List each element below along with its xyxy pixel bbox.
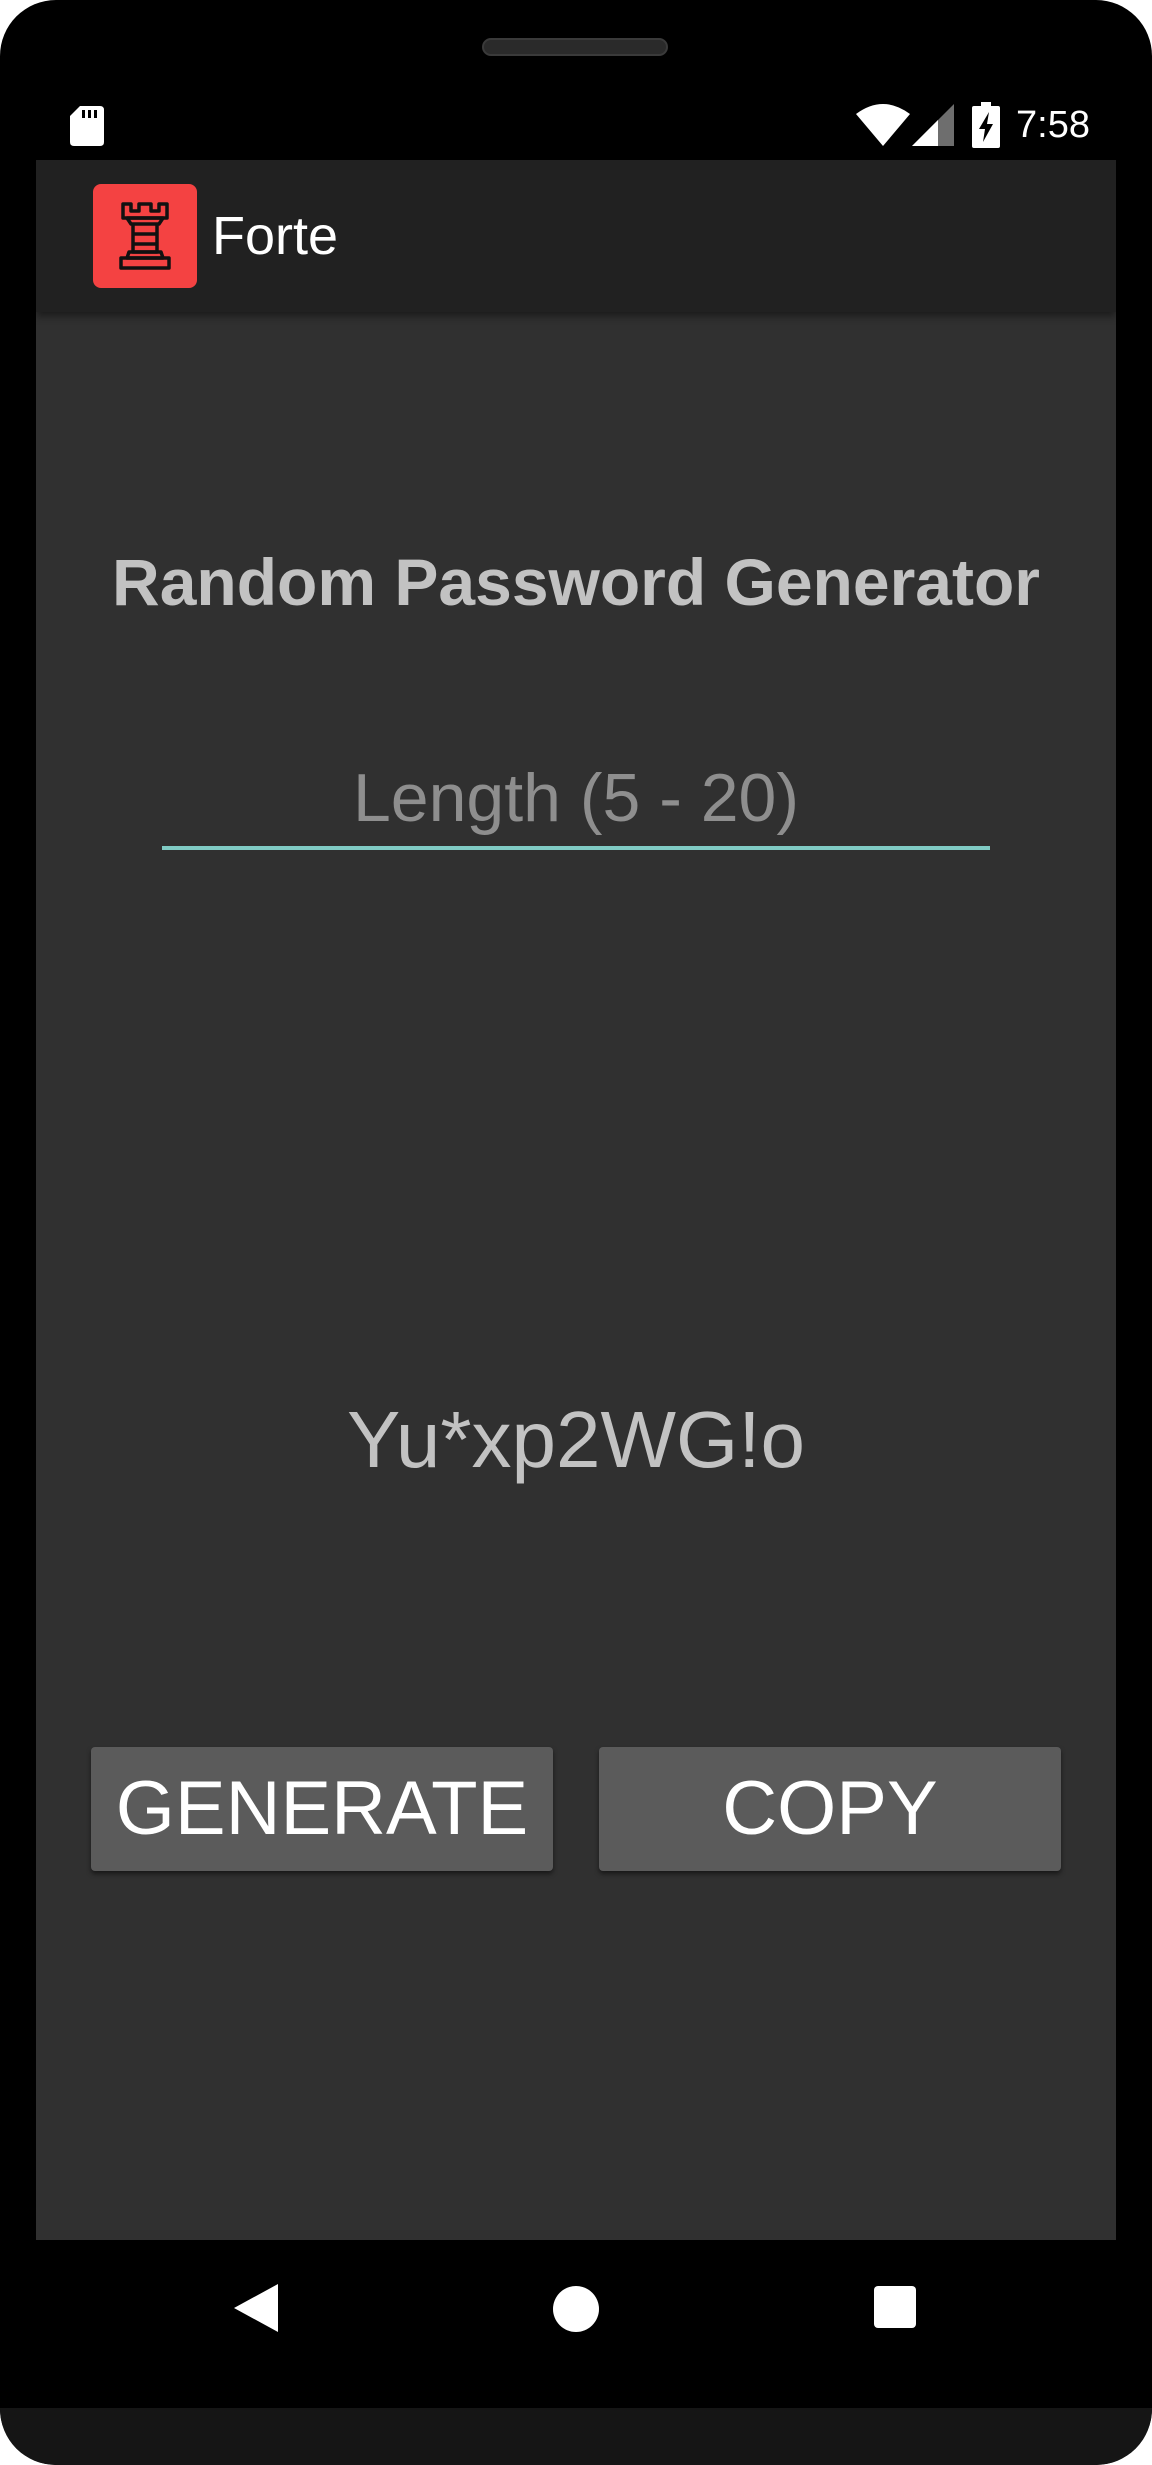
length-input[interactable]	[162, 750, 990, 846]
length-field[interactable]	[162, 750, 990, 854]
battery-charging-icon	[972, 102, 1000, 148]
status-time: 7:58	[1016, 104, 1090, 146]
recents-icon[interactable]	[874, 2286, 916, 2328]
status-bar: 7:58	[36, 90, 1116, 160]
device-chin	[0, 2408, 1152, 2465]
home-icon[interactable]	[553, 2286, 599, 2332]
app-screen: Forte Random Password Generator Yu*xp2WG…	[36, 160, 1116, 2240]
app-title: Forte	[212, 206, 339, 266]
app-logo	[93, 184, 197, 288]
wifi-icon	[856, 104, 910, 146]
chess-rook-icon	[119, 202, 171, 270]
earpiece-speaker	[482, 38, 668, 56]
generate-button[interactable]: GENERATE	[91, 1747, 553, 1871]
page-title: Random Password Generator	[112, 545, 1040, 619]
cell-signal-icon	[912, 104, 954, 146]
back-icon[interactable]	[234, 2284, 278, 2332]
generated-password: Yu*xp2WG!o	[346, 1395, 805, 1484]
sd-card-icon	[70, 106, 104, 146]
device-frame: 7:58 Forte Random Password Generator Len…	[0, 0, 1152, 2465]
copy-button[interactable]: COPY	[599, 1747, 1061, 1871]
navigation-bar	[0, 2240, 1152, 2370]
length-input-underline	[162, 846, 990, 850]
app-toolbar: Forte	[36, 160, 1116, 312]
